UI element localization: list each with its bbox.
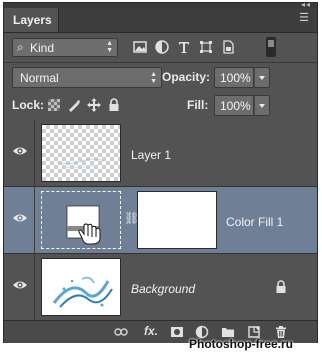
select-arrows-icon: ▲ ▼: [150, 71, 157, 85]
adjustment-layer-thumbnail[interactable]: [41, 191, 121, 249]
opacity-field[interactable]: 100%: [214, 67, 254, 88]
tab-layers-label: Layers: [13, 13, 52, 27]
layers-panel: ◂◂ Layers ☰ ⌕ Kind ▲ ▼ Normal ▲ ▼ Opacity:…: [3, 0, 318, 343]
divider: [34, 187, 35, 253]
lock-image-pixels-icon[interactable]: [67, 98, 81, 112]
layers-list: Layer 1 ⛓ Color Fill 1 Background: [4, 120, 317, 321]
layer-name[interactable]: Layer 1: [131, 148, 171, 162]
chevron-down-icon: [259, 104, 265, 108]
lock-label: Lock:: [12, 98, 45, 112]
adjustment-layer-filter-icon[interactable]: [154, 39, 170, 55]
layer-mask-icon[interactable]: [170, 325, 184, 339]
shape-layer-filter-icon[interactable]: [198, 39, 214, 55]
tab-layers[interactable]: Layers: [4, 8, 59, 32]
search-icon: ⌕: [17, 40, 24, 54]
link-layers-icon[interactable]: [114, 325, 128, 339]
lock-transparent-pixels-icon[interactable]: [47, 98, 61, 112]
fill-value: 100%: [220, 99, 251, 113]
layer-row-background[interactable]: Background: [4, 254, 317, 321]
type-layer-filter-icon[interactable]: [176, 39, 192, 55]
divider: [34, 120, 35, 186]
watermark: Photoshop-free.ru: [189, 337, 293, 351]
lock-icon[interactable]: [275, 280, 287, 294]
select-arrows-icon: ▲ ▼: [106, 40, 113, 54]
eye-icon[interactable]: [12, 144, 28, 160]
pixel-layer-filter-icon[interactable]: [132, 39, 148, 55]
divider: [4, 62, 317, 63]
divider: [34, 254, 35, 320]
opacity-slider-button[interactable]: [254, 67, 270, 88]
opacity-value: 100%: [220, 71, 251, 85]
blend-mode-select[interactable]: Normal ▲ ▼: [12, 67, 162, 88]
fill-label: Fill:: [187, 98, 209, 112]
layer-thumbnail[interactable]: [41, 258, 121, 316]
layer-row-color-fill-1[interactable]: ⛓ Color Fill 1: [4, 187, 317, 254]
layer-name[interactable]: Color Fill 1: [226, 215, 283, 229]
lock-position-icon[interactable]: [87, 98, 101, 112]
layer-thumbnail[interactable]: [41, 124, 121, 182]
fill-field[interactable]: 100%: [214, 95, 254, 116]
layer-mask-thumbnail[interactable]: [137, 191, 217, 249]
panel-menu-icon[interactable]: ☰: [297, 11, 311, 25]
tab-bar: Layers ☰: [4, 8, 317, 33]
blend-mode-value: Normal: [20, 71, 59, 85]
opacity-label: Opacity:: [162, 70, 211, 84]
fx-icon[interactable]: fx.: [144, 324, 158, 338]
eye-icon[interactable]: [12, 211, 28, 227]
layer-row-layer-1[interactable]: Layer 1: [4, 120, 317, 187]
eye-icon[interactable]: [12, 278, 28, 294]
layer-name[interactable]: Background: [131, 282, 195, 296]
filter-kind-label: Kind: [30, 41, 55, 55]
lock-all-icon[interactable]: [107, 98, 121, 112]
fill-slider-button[interactable]: [254, 95, 270, 116]
smart-object-filter-icon[interactable]: [220, 39, 236, 55]
filter-kind-select[interactable]: ⌕ Kind ▲ ▼: [12, 38, 118, 57]
chevron-down-icon: [259, 76, 265, 80]
filter-toggle-switch[interactable]: [266, 37, 276, 57]
